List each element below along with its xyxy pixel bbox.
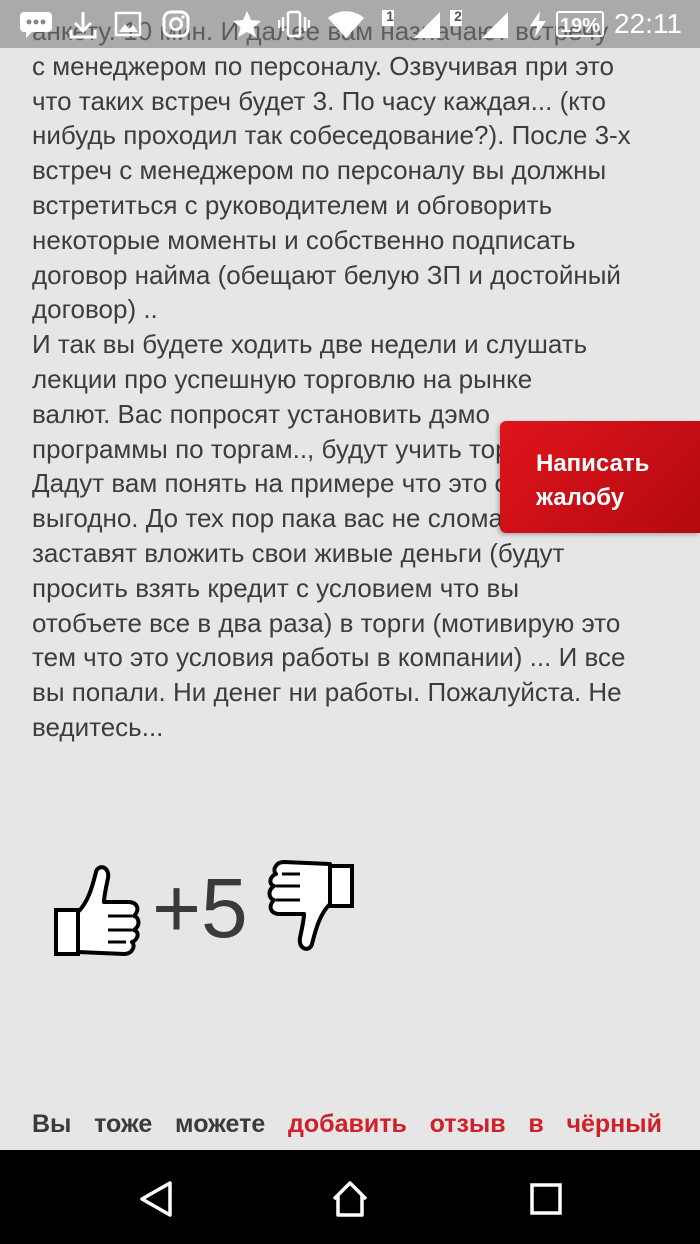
add-review-link[interactable]: отзыв xyxy=(430,1110,506,1139)
navigation-bar xyxy=(0,1150,700,1244)
back-icon[interactable] xyxy=(136,1179,176,1219)
vote-score: +5 xyxy=(152,861,248,955)
vibrate-icon xyxy=(278,10,310,38)
status-bar: 1 2 19% 22:11 xyxy=(0,0,700,48)
instagram-icon xyxy=(162,10,190,38)
image-icon xyxy=(114,11,142,37)
complaint-label-line2: жалобу xyxy=(536,484,625,511)
add-review-link[interactable]: чёрный xyxy=(566,1110,662,1139)
add-review-link[interactable]: в xyxy=(528,1110,543,1139)
prompt-word: тоже xyxy=(94,1110,153,1138)
thumbs-up-icon[interactable] xyxy=(48,858,144,958)
review-text: анкету. 10 мин. И далее вам назначают вс… xyxy=(32,16,631,742)
complaint-label-line1: Написать xyxy=(536,450,650,477)
write-complaint-button[interactable]: Написать жалобу xyxy=(500,421,700,533)
prompt-word: Вы xyxy=(32,1110,72,1138)
thumbs-down-icon[interactable] xyxy=(264,858,360,958)
battery-icon: 19% xyxy=(556,11,604,37)
sim2-label: 2 xyxy=(454,8,462,24)
recents-icon[interactable] xyxy=(526,1179,566,1219)
star-icon xyxy=(233,11,261,37)
charging-icon xyxy=(530,11,546,37)
add-review-link[interactable]: добавить xyxy=(288,1110,407,1139)
clock: 22:11 xyxy=(614,8,682,39)
page-content: анкету. 10 мин. И далее вам назначают вс… xyxy=(0,0,700,1150)
wifi-icon xyxy=(328,11,364,38)
vote-row: +5 xyxy=(48,848,360,968)
download-icon xyxy=(69,12,97,39)
add-review-prompt: Вы тоже можете добавить отзыв в чёрный xyxy=(32,1110,662,1139)
message-icon xyxy=(20,12,52,38)
home-icon[interactable] xyxy=(330,1179,370,1219)
prompt-word: можете xyxy=(175,1110,266,1138)
sim1-label: 1 xyxy=(386,8,394,24)
